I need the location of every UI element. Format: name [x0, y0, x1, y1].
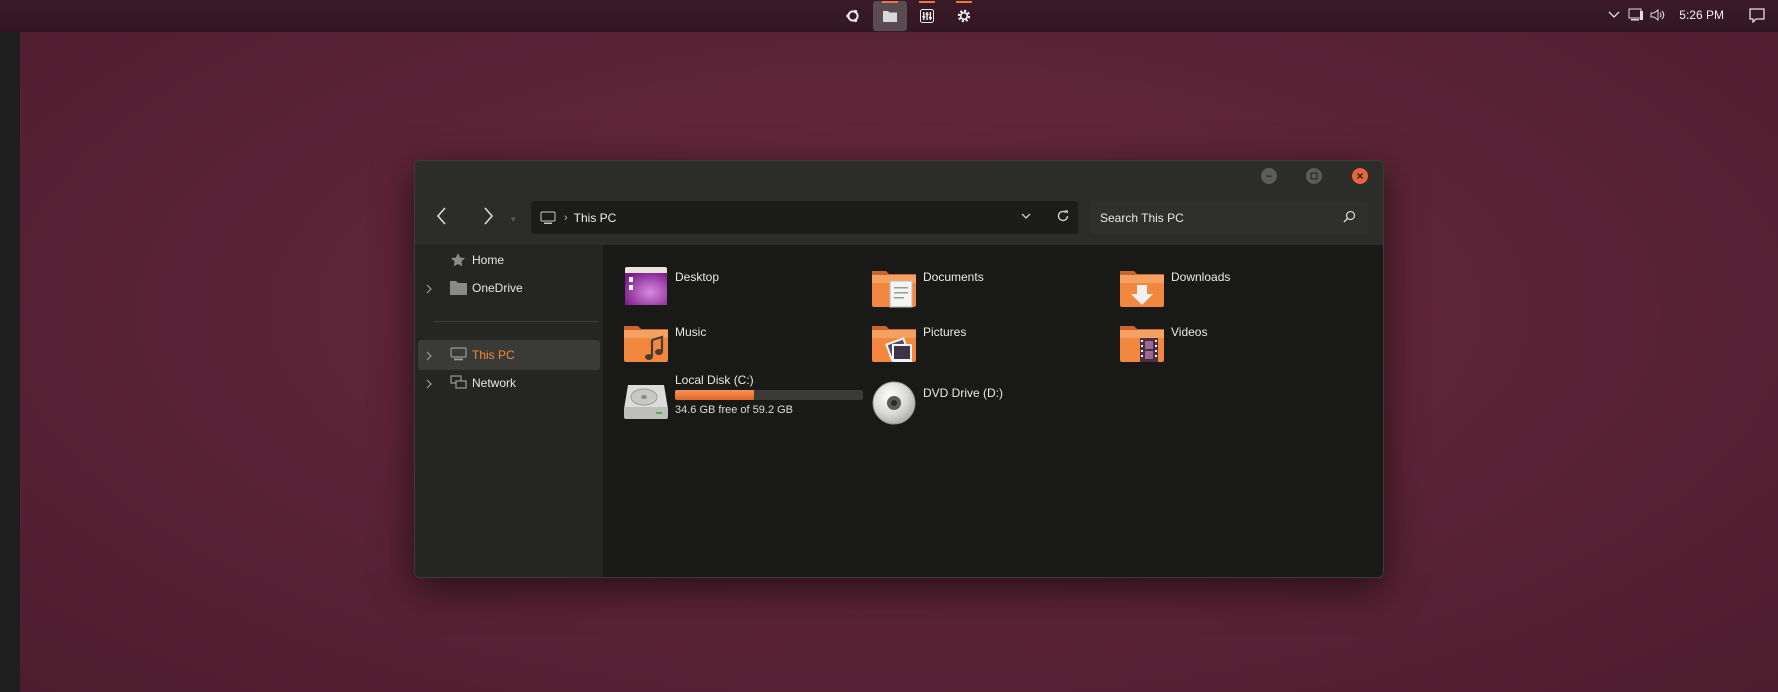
minimize-button[interactable]: [1261, 168, 1277, 184]
recent-locations-button[interactable]: ▾: [511, 214, 516, 225]
files-app-button[interactable]: [873, 1, 907, 31]
folder-label: Videos: [1171, 325, 1208, 339]
refresh-icon: [1057, 210, 1069, 222]
folder-label: Documents: [923, 270, 984, 284]
maximize-icon: [1310, 172, 1318, 180]
documents-folder-icon: [872, 271, 916, 308]
top-panel: 5:26 PM: [0, 0, 1778, 32]
navigation-pane: Home OneDrive This PC Network: [415, 245, 603, 577]
search-input[interactable]: [1100, 210, 1330, 225]
music-folder-icon: [624, 326, 668, 362]
items-view: Desktop Documents Downloads Music Pictur…: [603, 245, 1383, 577]
speaker-icon: [1650, 9, 1665, 21]
notification-icon: [1749, 7, 1765, 23]
videos-folder-icon: [1120, 326, 1164, 362]
close-icon: [1357, 173, 1363, 179]
clock[interactable]: 5:26 PM: [1679, 8, 1724, 22]
disk-usage-fill: [675, 390, 754, 400]
forward-button[interactable]: [473, 201, 503, 231]
network-icon: [1628, 8, 1644, 21]
ubuntu-icon: [846, 9, 859, 23]
settings-app-button[interactable]: [947, 1, 981, 31]
folder-icon: [450, 280, 467, 298]
folder-pictures[interactable]: Pictures: [870, 318, 1070, 368]
hard-drive-icon: [624, 385, 668, 419]
mixer-icon: [920, 9, 934, 23]
network-tray-button[interactable]: [1625, 0, 1647, 30]
sidebar-item-label: OneDrive: [472, 281, 523, 295]
chevron-down-icon: [1608, 11, 1620, 18]
active-indicator: [882, 1, 898, 3]
star-icon: [450, 252, 466, 271]
sidebar-divider: [434, 321, 598, 322]
folder-label: Desktop: [675, 270, 720, 284]
drive-dvd-d[interactable]: DVD Drive (D:): [870, 379, 1070, 429]
tray-overflow-button[interactable]: [1603, 0, 1625, 30]
folder-desktop[interactable]: Desktop: [622, 263, 822, 313]
ubuntu-launcher-button[interactable]: [836, 1, 870, 31]
folder-videos[interactable]: Videos: [1118, 318, 1318, 368]
taskbar-apps: [836, 0, 984, 32]
breadcrumb-separator: ›: [564, 211, 568, 224]
computer-icon: [450, 347, 467, 365]
dvd-icon: [872, 381, 916, 425]
network-icon: [450, 375, 467, 393]
folder-music[interactable]: Music: [622, 318, 822, 368]
refresh-button[interactable]: [1056, 209, 1070, 228]
expand-icon[interactable]: [426, 350, 432, 364]
title-bar[interactable]: ▾ › This PC: [415, 161, 1383, 245]
back-button[interactable]: [427, 201, 457, 231]
drive-label: DVD Drive (D:): [923, 386, 1003, 400]
disk-usage-bar: [675, 390, 863, 400]
drive-local-disk-c[interactable]: Local Disk (C:) 34.6 GB free of 59.2 GB: [622, 373, 863, 423]
sidebar-item-network[interactable]: Network: [418, 368, 600, 398]
back-icon: [437, 207, 446, 225]
sidebar-item-home[interactable]: Home: [418, 245, 600, 275]
folder-label: Downloads: [1171, 270, 1231, 284]
computer-icon: [540, 211, 556, 225]
expand-icon[interactable]: [426, 283, 432, 297]
sidebar-item-label: Home: [472, 253, 505, 267]
expand-icon[interactable]: [426, 378, 432, 392]
files-icon: [883, 11, 897, 22]
folder-label: Music: [675, 325, 707, 339]
folder-label: Pictures: [923, 325, 967, 339]
minimize-icon: [1266, 175, 1272, 177]
desktop-folder-icon: [625, 267, 667, 305]
sidebar-item-label: Network: [472, 376, 517, 390]
address-bar[interactable]: › This PC: [531, 201, 1078, 234]
address-dropdown-button[interactable]: [1020, 209, 1032, 227]
chevron-down-icon: [1021, 213, 1031, 219]
pictures-folder-icon: [872, 326, 916, 362]
maximize-button[interactable]: [1306, 168, 1322, 184]
running-indicator: [919, 1, 935, 3]
running-indicator: [956, 1, 972, 3]
disk-free-space: 34.6 GB free of 59.2 GB: [675, 404, 794, 416]
notifications-button[interactable]: [1746, 0, 1768, 30]
sidebar-item-label: This PC: [472, 348, 515, 362]
search-icon: [1343, 210, 1356, 228]
file-explorer-window: ▾ › This PC Home: [414, 160, 1384, 578]
search-box[interactable]: [1090, 201, 1368, 234]
gear-icon: [957, 9, 971, 23]
folder-downloads[interactable]: Downloads: [1118, 263, 1318, 313]
folder-documents[interactable]: Documents: [870, 263, 1070, 313]
sidebar-item-this-pc[interactable]: This PC: [418, 340, 600, 370]
breadcrumb-this-pc[interactable]: This PC: [574, 211, 617, 225]
close-button[interactable]: [1352, 168, 1368, 184]
mixer-app-button[interactable]: [910, 1, 944, 31]
sidebar-item-onedrive[interactable]: OneDrive: [418, 273, 600, 303]
volume-tray-button[interactable]: [1647, 0, 1669, 30]
downloads-folder-icon: [1120, 271, 1164, 307]
system-tray: 5:26 PM: [1603, 0, 1778, 30]
forward-icon: [484, 207, 493, 225]
drive-label: Local Disk (C:): [675, 373, 754, 387]
